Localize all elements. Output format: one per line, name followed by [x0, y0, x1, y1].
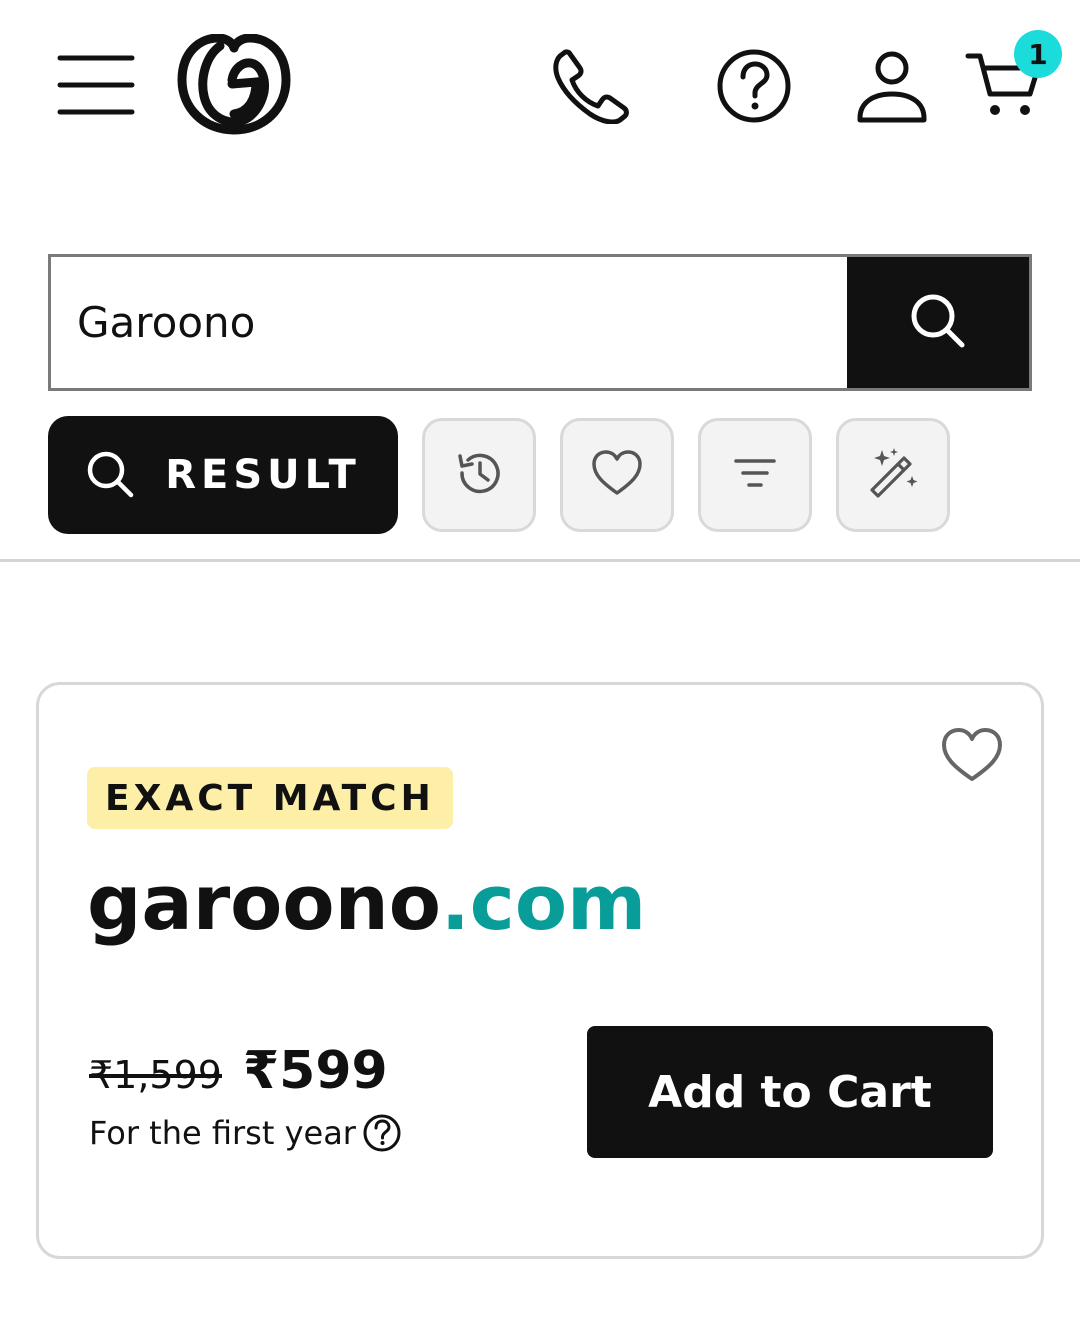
domain-result-card: EXACT MATCH garoono.com ₹1,599 ₹599 For … — [36, 682, 1044, 1259]
search-icon — [85, 449, 135, 502]
heart-icon — [591, 449, 643, 502]
history-icon — [454, 448, 504, 503]
domain-sld: garoono — [87, 858, 441, 947]
heart-icon — [941, 727, 1003, 788]
help-icon[interactable] — [362, 1113, 402, 1153]
top-header: 1 — [0, 0, 1080, 170]
domain-search-bar — [48, 254, 1032, 391]
price-term-label: For the first year — [89, 1114, 356, 1152]
result-tab-button[interactable]: RESULT — [48, 416, 398, 534]
history-button[interactable] — [422, 418, 536, 532]
price-term: For the first year — [89, 1113, 402, 1153]
add-to-cart-button[interactable]: Add to Cart — [587, 1026, 993, 1158]
cart-count-badge: 1 — [1014, 30, 1062, 78]
search-button[interactable] — [847, 257, 1029, 388]
section-divider — [0, 559, 1080, 562]
magic-wand-icon — [866, 446, 920, 505]
favorites-button[interactable] — [560, 418, 674, 532]
search-mode-chips: RESULT — [48, 416, 1048, 534]
menu-icon[interactable] — [56, 50, 136, 120]
save-domain-button[interactable] — [939, 727, 1005, 787]
result-tab-label: RESULT — [165, 452, 361, 498]
account-icon[interactable] — [852, 48, 932, 126]
phone-icon[interactable] — [550, 48, 632, 124]
ai-suggestions-button[interactable] — [836, 418, 950, 532]
filter-icon — [733, 455, 777, 496]
sale-price: ₹599 — [243, 1041, 388, 1101]
godaddy-logo-icon[interactable] — [176, 34, 292, 136]
domain-tld: .com — [440, 858, 647, 947]
exact-match-badge: EXACT MATCH — [87, 767, 453, 829]
help-icon[interactable] — [714, 46, 794, 126]
domain-name: garoono.com — [87, 865, 646, 941]
search-input[interactable] — [51, 257, 847, 388]
search-icon — [908, 291, 968, 354]
original-price: ₹1,599 — [89, 1053, 222, 1097]
filter-button[interactable] — [698, 418, 812, 532]
